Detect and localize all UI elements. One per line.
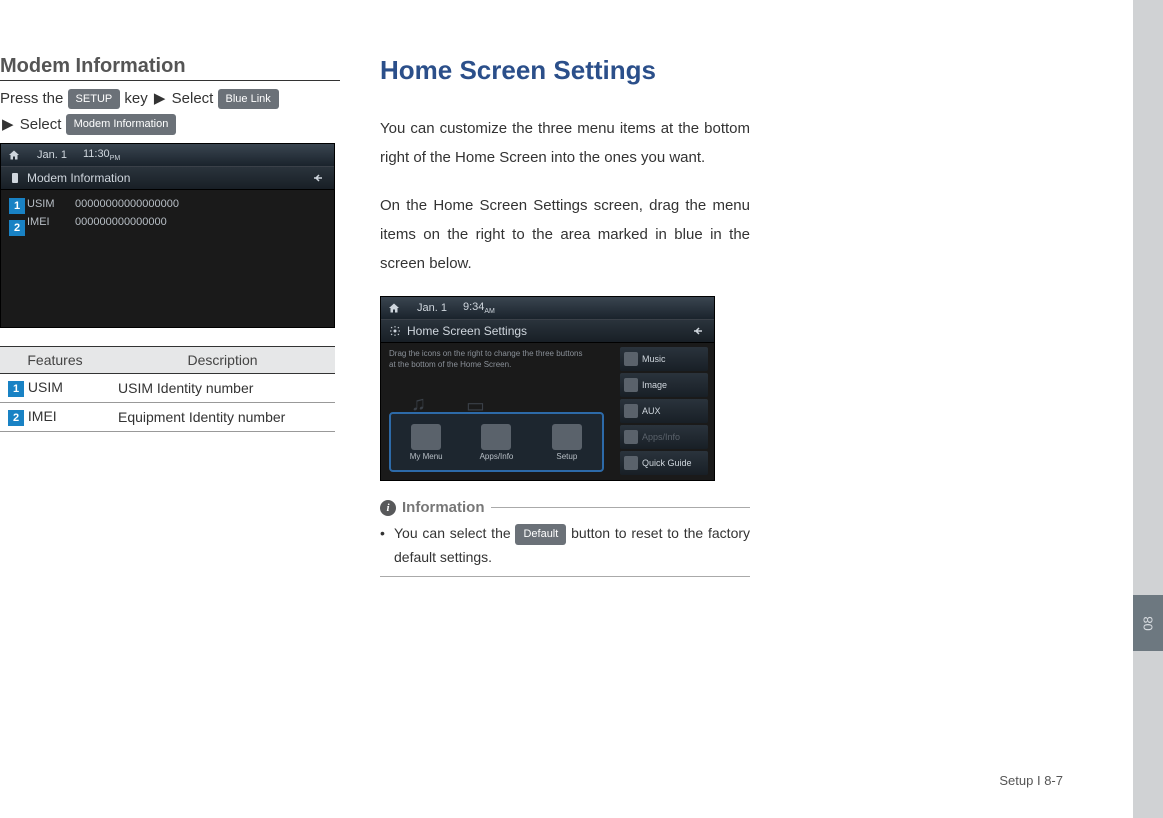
feature-usim: USIM	[28, 379, 63, 395]
side-tab-strip	[1133, 0, 1163, 818]
status-time: 11:30PM	[83, 148, 120, 162]
num-badge-2: 2	[8, 410, 24, 426]
side-item-appsinfo: Apps/Info	[620, 425, 708, 449]
feature-imei: IMEI	[28, 408, 57, 424]
info-bottom-rule	[380, 576, 750, 577]
usim-row: USIM 00000000000000000	[27, 198, 326, 210]
slot-appsinfo: Apps/Info	[467, 424, 525, 461]
section-title-home-screen: Home Screen Settings	[380, 55, 750, 86]
instr-select-1: Select	[172, 90, 214, 107]
slot-setup: Setup	[538, 424, 596, 461]
slot-mymenu: My Menu	[397, 424, 455, 461]
setup-key-button: SETUP	[68, 89, 121, 110]
screenshot2-hint: Drag the icons on the right to change th…	[389, 349, 589, 370]
modem-info-screenshot: 1 2 Jan. 1 11:30PM Modem Information	[0, 143, 335, 328]
home-icon	[387, 302, 401, 314]
arrow-icon: ▶	[2, 112, 14, 138]
page-content: Modem Information Press the SETUP key ▶ …	[0, 0, 1163, 577]
desc-usim: USIM Identity number	[110, 374, 335, 403]
side-item-image: Image	[620, 373, 708, 397]
modem-info-button: Modem Information	[66, 114, 177, 135]
home-icon	[7, 149, 21, 161]
table-row: 2 IMEI Equipment Identity number	[0, 403, 335, 432]
table-header-row: Features Description	[0, 347, 335, 374]
num-badge-1: 1	[8, 381, 24, 397]
imei-value: 000000000000000	[75, 216, 167, 228]
th-description: Description	[110, 347, 335, 374]
page-footer: Setup I 8-7	[999, 773, 1063, 788]
default-button: Default	[515, 524, 566, 545]
info-rule	[491, 507, 751, 508]
info-icon: i	[380, 500, 396, 516]
th-features: Features	[0, 347, 110, 374]
info-heading: i Information	[380, 499, 750, 516]
instr-prefix: Press the	[0, 90, 63, 107]
draggable-sidebar: Music Image AUX Apps/Info Quick Guide	[620, 347, 708, 475]
desc-imei: Equipment Identity number	[110, 403, 335, 432]
status-date: Jan. 1	[37, 149, 67, 161]
imei-label: IMEI	[27, 216, 67, 228]
screenshot2-title-bar: Home Screen Settings	[381, 319, 714, 343]
screenshot-body: USIM 00000000000000000 IMEI 000000000000…	[1, 190, 334, 242]
back-icon	[690, 325, 706, 337]
section-title-modem: Modem Information	[0, 55, 340, 81]
bluelink-button: Blue Link	[218, 89, 279, 110]
side-item-quickguide: Quick Guide	[620, 451, 708, 475]
gear-icon	[389, 325, 401, 337]
callout-1: 1	[9, 198, 25, 214]
right-column: Home Screen Settings You can customize t…	[380, 55, 750, 577]
screenshot-status-bar: Jan. 1 11:30PM	[1, 144, 334, 166]
screenshot2-body: Drag the icons on the right to change th…	[381, 343, 714, 480]
status-date: Jan. 1	[417, 302, 447, 314]
screenshot-title-bar: Modem Information	[1, 166, 334, 190]
screenshot2-title: Home Screen Settings	[407, 324, 527, 338]
instruction-line: Press the SETUP key ▶ Select Blue Link ▶…	[0, 86, 340, 137]
features-table: Features Description 1 USIM USIM Identit…	[0, 346, 335, 432]
phone-icon	[9, 172, 21, 184]
feature-cell-imei: 2 IMEI	[0, 403, 110, 432]
info-bullet: You can select the Default button to res…	[380, 522, 750, 570]
instr-key-word: key	[124, 90, 147, 107]
screenshot2-status-bar: Jan. 1 9:34AM	[381, 297, 714, 319]
drop-zone: My Menu Apps/Info Setup	[389, 412, 604, 472]
left-column: Modem Information Press the SETUP key ▶ …	[0, 55, 340, 577]
usim-label: USIM	[27, 198, 67, 210]
status-time: 9:34AM	[463, 301, 495, 315]
bullet-prefix: You can select the	[394, 525, 511, 541]
table-row: 1 USIM USIM Identity number	[0, 374, 335, 403]
paragraph-2: On the Home Screen Settings screen, drag…	[380, 191, 750, 279]
arrow-icon: ▶	[154, 86, 166, 112]
feature-cell-usim: 1 USIM	[0, 374, 110, 403]
usim-value: 00000000000000000	[75, 198, 179, 210]
side-tab-chapter: 08	[1133, 595, 1163, 651]
paragraph-1: You can customize the three menu items a…	[380, 114, 750, 173]
home-screen-screenshot: Jan. 1 9:34AM Home Screen Settings Drag …	[380, 296, 715, 481]
callout-2: 2	[9, 220, 25, 236]
side-item-aux: AUX	[620, 399, 708, 423]
side-item-music: Music	[620, 347, 708, 371]
info-label: Information	[402, 499, 485, 516]
screenshot-title: Modem Information	[27, 171, 130, 185]
instr-select-2: Select	[20, 116, 62, 133]
imei-row: IMEI 000000000000000	[27, 216, 326, 228]
back-icon	[310, 172, 326, 184]
